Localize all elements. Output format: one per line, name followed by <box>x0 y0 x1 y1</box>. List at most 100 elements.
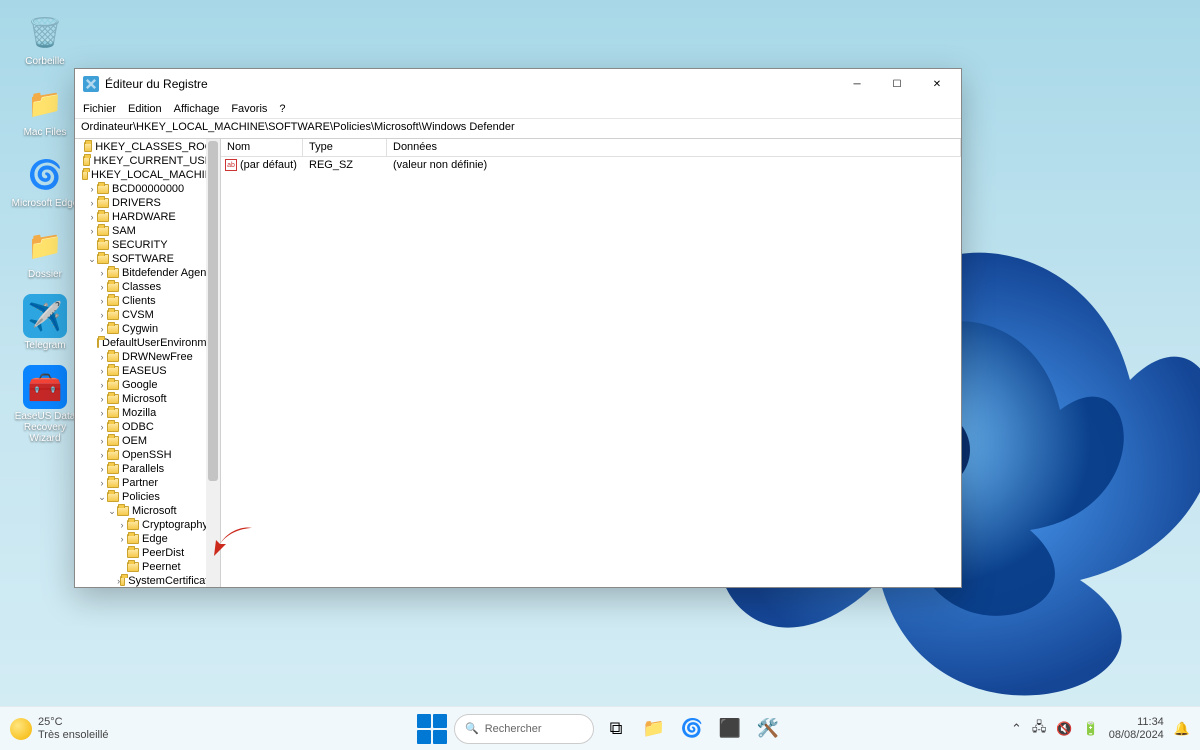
tree-node[interactable]: ⌄Microsoft <box>77 504 220 518</box>
expand-icon[interactable]: ⌄ <box>97 490 107 504</box>
desktop-icon-easeus[interactable]: 🧰EaseUS Data Recovery Wizard <box>10 365 80 444</box>
tree-node[interactable]: HKEY_CURRENT_USER <box>77 154 220 168</box>
expand-icon[interactable]: ⌄ <box>87 252 97 266</box>
tree-node[interactable]: ›ODBC <box>77 420 220 434</box>
desktop-icon-corbeille[interactable]: 🗑️Corbeille <box>10 10 80 67</box>
tree-node[interactable]: Peernet <box>77 560 220 574</box>
values-list[interactable]: Nom Type Données ab(par défaut)REG_SZ(va… <box>221 139 961 587</box>
minimize-button[interactable]: ─ <box>837 69 877 99</box>
expand-icon[interactable]: › <box>97 350 107 364</box>
tree-node[interactable]: ›DRWNewFree <box>77 350 220 364</box>
expand-icon[interactable]: › <box>97 308 107 322</box>
tree-node[interactable]: ›Edge <box>77 532 220 546</box>
tree-node[interactable]: ›BCD00000000 <box>77 182 220 196</box>
tree-node[interactable]: ›SAM <box>77 224 220 238</box>
tree-node[interactable]: ›Cryptography <box>77 518 220 532</box>
tree-node[interactable]: ›OEM <box>77 434 220 448</box>
expand-icon[interactable]: › <box>97 266 107 280</box>
desktop-icon-dossier[interactable]: 📁Dossier <box>10 223 80 280</box>
edge-button[interactable]: 🌀 <box>676 713 708 745</box>
taskbar-clock[interactable]: 11:34 08/08/2024 <box>1109 716 1164 740</box>
expand-icon[interactable]: › <box>117 518 127 532</box>
explorer-button[interactable]: 📁 <box>638 713 670 745</box>
maximize-button[interactable]: ☐ <box>877 69 917 99</box>
col-header-name[interactable]: Nom <box>221 139 303 156</box>
weather-widget[interactable]: 25°C Très ensoleillé <box>0 716 109 740</box>
tree-node[interactable]: ›Partner <box>77 476 220 490</box>
col-header-type[interactable]: Type <box>303 139 387 156</box>
app-button[interactable]: 🛠️ <box>752 713 784 745</box>
expand-icon[interactable]: › <box>97 406 107 420</box>
registry-tree[interactable]: HKEY_CLASSES_ROOTHKEY_CURRENT_USERHKEY_L… <box>75 139 221 587</box>
tree-node[interactable]: HKEY_CLASSES_ROOT <box>77 140 220 154</box>
tree-node[interactable]: ›OpenSSH <box>77 448 220 462</box>
tree-node[interactable]: ›Google <box>77 378 220 392</box>
tree-node[interactable]: SECURITY <box>77 238 220 252</box>
tree-node[interactable]: ›EASEUS <box>77 364 220 378</box>
expand-icon[interactable]: › <box>97 476 107 490</box>
expand-icon[interactable]: ⌄ <box>107 504 117 518</box>
menu-?[interactable]: ? <box>279 103 285 115</box>
expand-icon[interactable]: › <box>97 434 107 448</box>
folder-icon <box>107 282 119 292</box>
expand-icon[interactable]: › <box>97 462 107 476</box>
titlebar[interactable]: Éditeur du Registre ─ ☐ ✕ <box>75 69 961 99</box>
expand-icon[interactable]: › <box>117 532 127 546</box>
start-button[interactable] <box>416 713 448 745</box>
tree-scrollbar[interactable] <box>206 139 220 587</box>
tree-node[interactable]: ⌄SOFTWARE <box>77 252 220 266</box>
desktop-icon-telegram[interactable]: ✈️Telegram <box>10 294 80 351</box>
tree-node[interactable]: HKEY_LOCAL_MACHINE <box>77 168 220 182</box>
expand-icon[interactable]: › <box>97 294 107 308</box>
tree-node[interactable]: ›Mozilla <box>77 406 220 420</box>
close-button[interactable]: ✕ <box>917 69 957 99</box>
menu-edition[interactable]: Edition <box>128 103 162 115</box>
tree-node[interactable]: ›Clients <box>77 294 220 308</box>
tree-node[interactable]: ›Parallels <box>77 462 220 476</box>
system-tray[interactable]: ⌃ 🖧 🔇 🔋 11:34 08/08/2024 🔔 <box>1011 716 1200 740</box>
tree-node[interactable]: ›HARDWARE <box>77 210 220 224</box>
expand-icon[interactable]: › <box>97 420 107 434</box>
terminal-button[interactable]: ⬛ <box>714 713 746 745</box>
desktop-icon-mac-files[interactable]: 📁Mac Files <box>10 81 80 138</box>
list-header[interactable]: Nom Type Données <box>221 139 961 157</box>
volume-mute-icon[interactable]: 🔇 <box>1056 721 1072 737</box>
list-row[interactable]: ab(par défaut)REG_SZ(valeur non définie) <box>221 157 961 173</box>
menu-fichier[interactable]: Fichier <box>83 103 116 115</box>
expand-icon[interactable]: › <box>87 224 97 238</box>
tree-node[interactable]: ›DRIVERS <box>77 196 220 210</box>
address-bar[interactable]: Ordinateur\HKEY_LOCAL_MACHINE\SOFTWARE\P… <box>75 119 961 139</box>
tree-node[interactable]: DefaultUserEnvironment <box>77 336 220 350</box>
expand-icon[interactable]: › <box>97 364 107 378</box>
expand-icon[interactable]: › <box>97 280 107 294</box>
tree-node[interactable]: ›Microsoft <box>77 392 220 406</box>
desktop-icon-microsoft-edge[interactable]: 🌀Microsoft Edge <box>10 152 80 209</box>
tree-node[interactable]: ›Cygwin <box>77 322 220 336</box>
weather-temp: 25°C <box>38 716 109 728</box>
task-view-button[interactable]: ⧉ <box>600 713 632 745</box>
tree-node[interactable]: ›SystemCertificates <box>77 574 220 587</box>
tree-node[interactable]: ›Classes <box>77 280 220 294</box>
expand-icon[interactable]: › <box>87 182 97 196</box>
battery-icon[interactable]: 🔋 <box>1083 721 1099 737</box>
taskbar: 25°C Très ensoleillé 🔍 Rechercher ⧉ 📁 🌀 … <box>0 706 1200 750</box>
chevron-up-icon[interactable]: ⌃ <box>1011 721 1022 737</box>
tree-node[interactable]: PeerDist <box>77 546 220 560</box>
expand-icon[interactable]: › <box>87 196 97 210</box>
tree-node[interactable]: ⌄ Policies <box>77 490 220 504</box>
menu-affichage[interactable]: Affichage <box>174 103 220 115</box>
network-icon[interactable]: 🖧 <box>1032 718 1047 740</box>
expand-icon[interactable]: › <box>97 448 107 462</box>
notifications-icon[interactable]: 🔔 <box>1174 721 1190 737</box>
tree-node-label: Policies <box>122 490 160 504</box>
expand-icon[interactable]: › <box>97 322 107 336</box>
desktop-icon-label: Microsoft Edge <box>10 198 80 209</box>
menu-favoris[interactable]: Favoris <box>231 103 267 115</box>
expand-icon[interactable]: › <box>97 392 107 406</box>
tree-node[interactable]: ›Bitdefender Agent <box>77 266 220 280</box>
expand-icon[interactable]: › <box>87 210 97 224</box>
col-header-data[interactable]: Données <box>387 139 961 156</box>
tree-node[interactable]: ›CVSM <box>77 308 220 322</box>
expand-icon[interactable]: › <box>97 378 107 392</box>
taskbar-search[interactable]: 🔍 Rechercher <box>454 714 594 744</box>
